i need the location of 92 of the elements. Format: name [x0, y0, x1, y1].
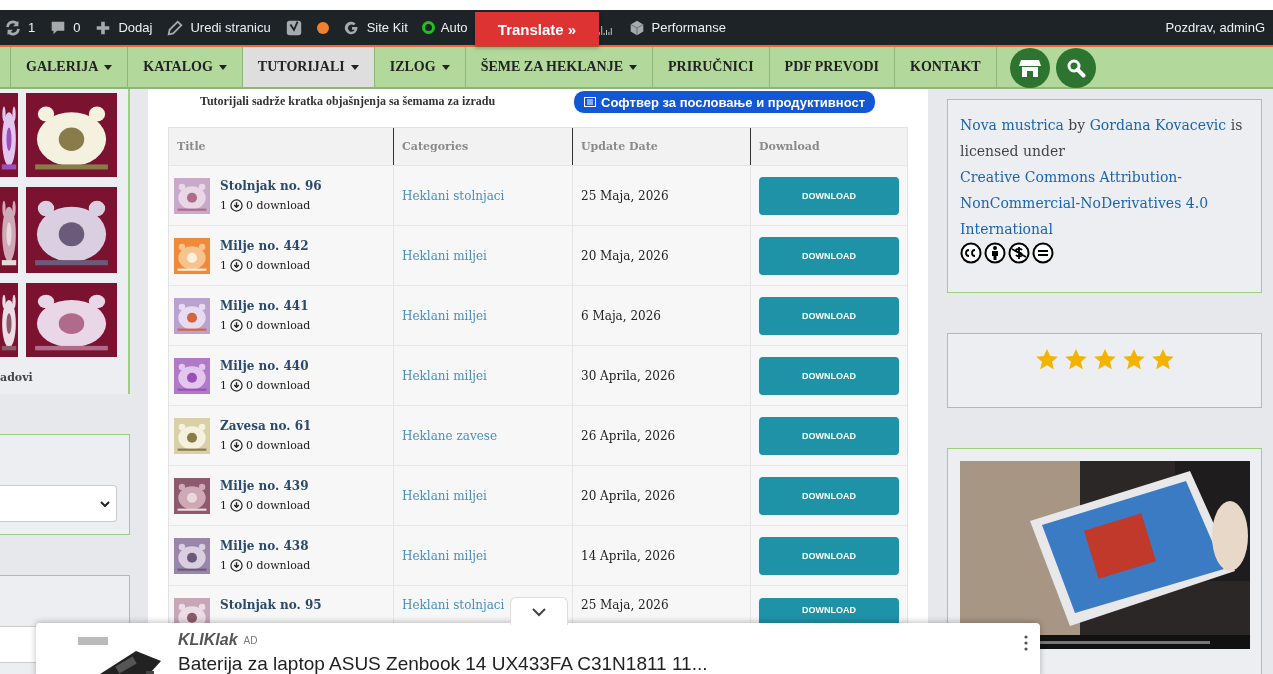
- star-icon[interactable]: [1121, 348, 1146, 371]
- star-icon[interactable]: [1063, 348, 1088, 371]
- download-icon: [230, 439, 243, 452]
- download-count: 0 download: [246, 319, 311, 332]
- ad-title[interactable]: Baterija za laptop ASUS Zenbook 14 UX433FA C31N1811 11...: [178, 653, 708, 674]
- view-count: 1: [220, 379, 227, 392]
- download-count: 0 download: [246, 559, 311, 572]
- y-logo-icon: [284, 18, 303, 37]
- download-button[interactable]: DOWNLOAD: [759, 476, 899, 515]
- column-header: Title: [169, 128, 394, 165]
- download-button[interactable]: DOWNLOAD: [759, 416, 899, 455]
- update-date: 6 Maja, 2026: [581, 308, 661, 323]
- download-icon: [230, 559, 243, 572]
- ad-toast[interactable]: KLIKlak AD Baterija za laptop ASUS Zenbook 14 UX433FA C31N1811 11...: [36, 623, 1040, 674]
- tutorial-title[interactable]: Stolnjak no. 96: [220, 179, 322, 193]
- download-icon: [230, 199, 243, 212]
- view-count: 1: [220, 559, 227, 572]
- tutorial-title[interactable]: Milje no. 440: [220, 359, 311, 373]
- nav-item[interactable]: KONTAKT: [894, 47, 997, 87]
- license-text: Nova mustrica by Gordana Kovacevic is licensed under Creative Commons Attribution-NonCommercial-NoDerivatives 4.0 International: [947, 99, 1262, 293]
- update-date: 25 Maja, 2026: [581, 188, 669, 203]
- author-link[interactable]: Gordana Kovacevic: [1089, 117, 1227, 133]
- tutorial-title[interactable]: Zavesa no. 61: [220, 419, 312, 433]
- view-count: 1: [220, 319, 227, 332]
- download-icon: [230, 379, 243, 392]
- download-count: 0 download: [246, 499, 311, 512]
- shop-button[interactable]: [1009, 47, 1050, 88]
- cc-logo-icon: [960, 242, 982, 264]
- shop-icon: [1018, 57, 1041, 78]
- view-count: 1: [220, 439, 227, 452]
- admin-bar-link[interactable]: Auto: [440, 20, 468, 35]
- no-dollar-icon: [1008, 242, 1030, 264]
- column-header: Update Date: [573, 128, 751, 165]
- update-date: 25 Maja, 2026: [581, 598, 669, 612]
- collapse-button[interactable]: [510, 597, 568, 625]
- tutorial-title[interactable]: Milje no. 439: [220, 479, 311, 493]
- more-icon[interactable]: [1024, 635, 1028, 651]
- update-date: 14 Aprila, 2026: [581, 548, 676, 563]
- column-header: Categories: [394, 128, 573, 165]
- view-count: 1: [220, 259, 227, 272]
- gallery-caption: adovi: [0, 371, 34, 384]
- work-link[interactable]: Nova mustrica: [960, 117, 1064, 133]
- download-button[interactable]: DOWNLOAD: [759, 356, 899, 395]
- refresh-icon: [4, 18, 22, 37]
- update-date: 30 Aprila, 2026: [581, 368, 676, 383]
- chevron-down-icon: [531, 606, 547, 617]
- download-button[interactable]: DOWNLOAD: [759, 236, 899, 275]
- person-icon: [984, 242, 1006, 264]
- view-count: 1: [220, 499, 227, 512]
- promo-pill[interactable]: Софтвер за пословање и продуктивност: [573, 90, 877, 114]
- update-date: 26 Aprila, 2026: [581, 428, 676, 443]
- update-date: 20 Aprila, 2026: [581, 488, 676, 503]
- download-count: 0 download: [246, 379, 311, 392]
- download-button[interactable]: DOWNLOAD: [759, 176, 899, 215]
- download-count: 0 download: [246, 439, 311, 452]
- search-button[interactable]: [1055, 47, 1096, 88]
- star-icon[interactable]: [1150, 348, 1175, 371]
- update-date: 20 Maja, 2026: [581, 248, 669, 263]
- download-button[interactable]: DOWNLOAD: [759, 536, 899, 575]
- download-icon: [230, 499, 243, 512]
- tutorial-title[interactable]: Milje no. 438: [220, 539, 311, 553]
- tutorial-title[interactable]: Milje no. 442: [220, 239, 311, 253]
- greeting[interactable]: Pozdrav, adminG: [1165, 20, 1265, 35]
- star-icon[interactable]: [1092, 348, 1117, 371]
- chevron-down-icon: [100, 500, 110, 507]
- star-icon[interactable]: [1034, 348, 1059, 371]
- ad-brand: KLIKlak: [178, 631, 238, 649]
- license-link[interactable]: Creative Commons Attribution-NonCommercial-NoDerivatives 4.0 International: [960, 164, 1249, 242]
- admin-bar-link[interactable]: Dodaj: [118, 20, 153, 35]
- tutorial-title[interactable]: Milje no. 441: [220, 299, 311, 313]
- download-count: 0 download: [246, 259, 311, 272]
- download-icon: [230, 259, 243, 272]
- intro-text: Tutorijali sadrže kratka objašnjenja sa šemama za izradu: [200, 94, 496, 109]
- admin-bar-link[interactable]: 0: [73, 20, 81, 35]
- admin-bar-link[interactable]: Performanse: [651, 20, 726, 35]
- search-icon: [1065, 57, 1086, 78]
- equals-icon: [1032, 242, 1054, 264]
- list-icon: [584, 97, 596, 107]
- download-icon: [230, 319, 243, 332]
- view-count: 1: [220, 199, 227, 212]
- admin-bar-link[interactable]: Uredi stranicu: [190, 20, 271, 35]
- translate-button[interactable]: Translate »: [475, 12, 599, 46]
- pencil-icon: [166, 18, 185, 37]
- dropdown-select[interactable]: [0, 485, 117, 523]
- admin-bar-link[interactable]: 1: [28, 20, 36, 35]
- nav-item[interactable]: TUTORIJALI: [241, 47, 374, 87]
- admin-bar-link[interactable]: Site Kit: [366, 20, 408, 35]
- tutorial-title[interactable]: Stolnjak no. 95: [220, 598, 322, 612]
- download-count: 0 download: [246, 199, 311, 212]
- download-button[interactable]: DOWNLOAD: [759, 296, 899, 335]
- ad-label: AD: [243, 634, 258, 646]
- column-header: Download: [758, 139, 821, 155]
